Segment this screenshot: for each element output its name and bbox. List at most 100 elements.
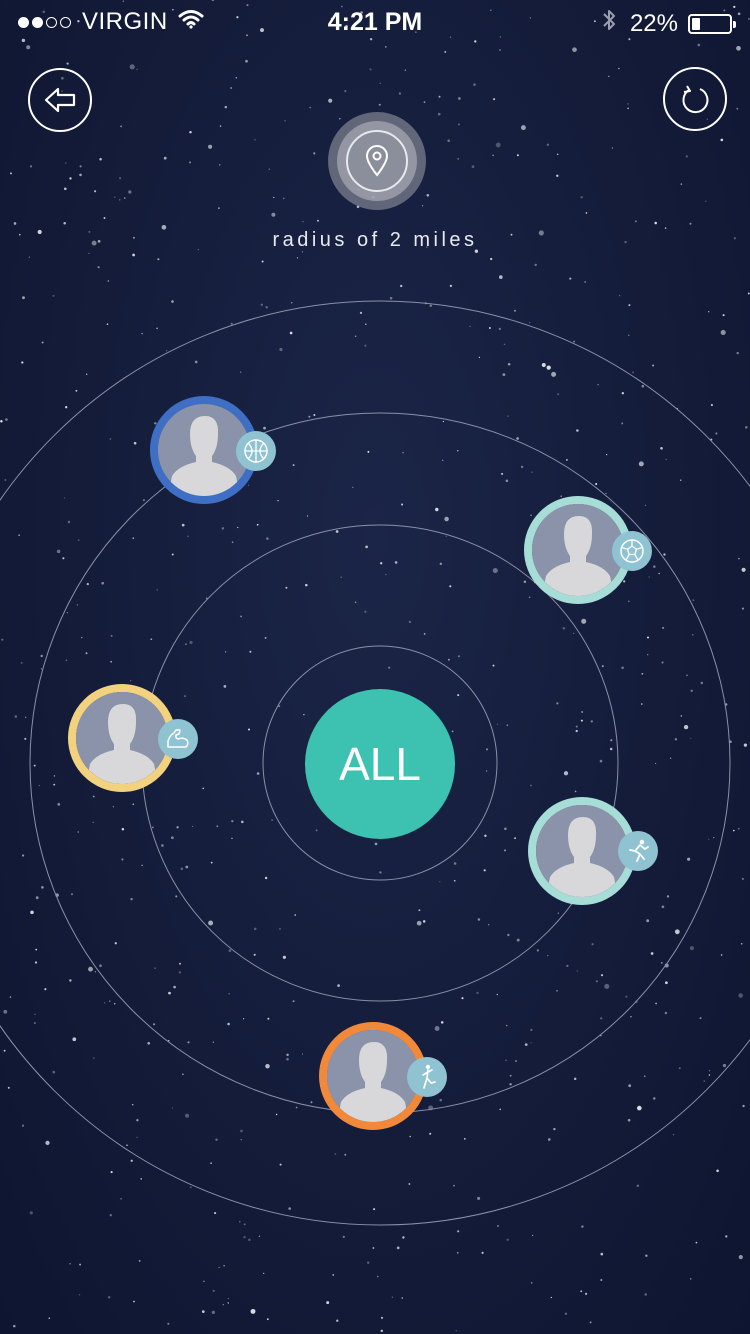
star bbox=[724, 703, 728, 706]
star bbox=[94, 971, 97, 973]
star bbox=[120, 125, 122, 128]
star bbox=[604, 983, 610, 989]
star bbox=[453, 862, 457, 865]
star bbox=[10, 172, 12, 175]
star bbox=[541, 363, 546, 367]
star bbox=[189, 1186, 192, 1189]
star bbox=[282, 955, 287, 959]
star bbox=[223, 685, 227, 688]
star bbox=[678, 1067, 681, 1070]
star bbox=[438, 95, 441, 98]
star bbox=[418, 909, 421, 912]
star bbox=[374, 842, 378, 846]
star bbox=[88, 252, 90, 255]
user-running[interactable] bbox=[528, 797, 658, 905]
star bbox=[600, 1278, 603, 1282]
refresh-button[interactable] bbox=[663, 67, 727, 131]
star bbox=[161, 844, 164, 847]
star bbox=[267, 1017, 270, 1020]
user-kicking[interactable] bbox=[319, 1022, 447, 1130]
star bbox=[689, 946, 694, 951]
star bbox=[335, 530, 339, 533]
star bbox=[660, 447, 663, 450]
star bbox=[515, 1060, 517, 1062]
star bbox=[261, 260, 264, 263]
user-basketball[interactable] bbox=[150, 396, 276, 504]
star bbox=[690, 737, 692, 739]
star bbox=[530, 1028, 533, 1032]
user-strength[interactable] bbox=[68, 684, 198, 792]
star bbox=[305, 583, 308, 587]
location-radius-button[interactable] bbox=[328, 112, 426, 210]
star bbox=[553, 1127, 556, 1131]
star bbox=[736, 107, 739, 110]
star bbox=[492, 568, 498, 574]
star bbox=[65, 406, 68, 409]
back-button[interactable] bbox=[28, 68, 92, 132]
star bbox=[720, 954, 723, 956]
star bbox=[342, 1235, 345, 1238]
star bbox=[254, 139, 256, 141]
star bbox=[523, 580, 527, 584]
star bbox=[181, 523, 185, 527]
star bbox=[547, 954, 549, 957]
star bbox=[451, 730, 454, 733]
star bbox=[240, 615, 243, 618]
star bbox=[212, 1289, 215, 1292]
star bbox=[506, 1024, 508, 1027]
star bbox=[661, 661, 664, 664]
star bbox=[516, 437, 519, 440]
star bbox=[440, 1021, 444, 1024]
star bbox=[509, 1074, 512, 1077]
star bbox=[208, 144, 213, 149]
star bbox=[713, 836, 715, 839]
location-pin-halo bbox=[337, 121, 417, 201]
star bbox=[674, 738, 678, 741]
star bbox=[266, 537, 269, 540]
star bbox=[228, 993, 230, 995]
star bbox=[563, 771, 569, 776]
star bbox=[569, 277, 572, 280]
star bbox=[457, 157, 460, 160]
star bbox=[354, 601, 357, 603]
star bbox=[21, 1124, 25, 1127]
star bbox=[445, 535, 448, 538]
star bbox=[434, 1026, 440, 1031]
star bbox=[573, 1077, 577, 1081]
star bbox=[247, 484, 250, 486]
star bbox=[457, 694, 460, 697]
star bbox=[463, 1138, 466, 1140]
star bbox=[29, 1211, 33, 1215]
star bbox=[88, 966, 93, 972]
star bbox=[720, 138, 724, 142]
star bbox=[655, 1002, 657, 1005]
star bbox=[104, 1002, 106, 1004]
star bbox=[218, 207, 220, 209]
star bbox=[584, 281, 586, 283]
user-soccer[interactable] bbox=[524, 496, 652, 604]
star bbox=[20, 661, 23, 664]
star bbox=[237, 526, 239, 529]
star bbox=[609, 747, 613, 751]
star bbox=[423, 633, 426, 635]
all-filter-button[interactable]: ALL bbox=[305, 689, 455, 839]
star bbox=[621, 392, 624, 395]
star bbox=[222, 1303, 225, 1306]
star bbox=[501, 472, 504, 475]
star bbox=[647, 654, 649, 656]
star bbox=[627, 103, 629, 105]
star bbox=[81, 637, 83, 639]
star bbox=[496, 723, 499, 725]
star bbox=[302, 220, 304, 223]
star bbox=[398, 92, 402, 95]
star bbox=[716, 1169, 719, 1173]
all-filter-label: ALL bbox=[339, 738, 421, 790]
basketball-icon bbox=[236, 431, 276, 471]
star bbox=[171, 836, 174, 840]
star bbox=[741, 607, 744, 610]
star bbox=[175, 895, 178, 898]
star bbox=[109, 1214, 112, 1217]
star bbox=[636, 1105, 642, 1111]
star bbox=[271, 212, 276, 217]
star bbox=[141, 332, 143, 335]
